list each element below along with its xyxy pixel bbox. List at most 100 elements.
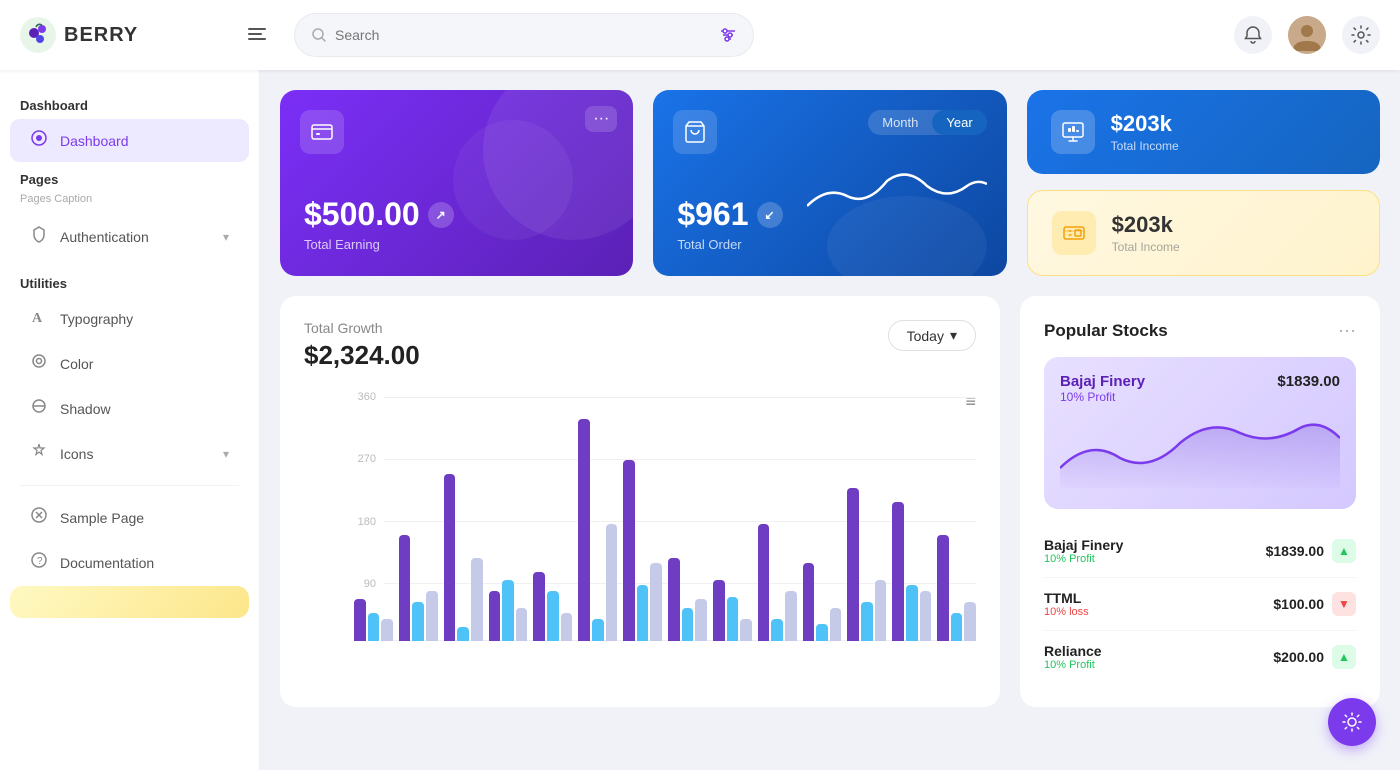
stock-list-item[interactable]: Bajaj Finery10% Profit$1839.00▲ [1044, 525, 1356, 578]
shadow-icon [30, 397, 48, 420]
stocks-card: Popular Stocks ··· Bajaj Finery 10% Prof… [1020, 296, 1380, 707]
bar-blue [547, 591, 559, 641]
auth-label: Authentication [60, 229, 149, 245]
settings-button[interactable] [1342, 16, 1380, 54]
bar-group [758, 391, 797, 641]
today-button[interactable]: Today ▾ [888, 320, 976, 351]
stock-price: $200.00 [1273, 649, 1324, 665]
year-btn[interactable]: Year [932, 110, 986, 135]
bar-purple [847, 488, 859, 641]
bar-light [606, 524, 618, 641]
stock-price: $1839.00 [1266, 543, 1324, 559]
fab-button[interactable] [1328, 698, 1376, 746]
search-input[interactable] [335, 27, 711, 43]
bar-purple [892, 502, 904, 641]
search-bar [294, 13, 754, 57]
sidebar: Dashboard Dashboard Pages Pages Caption … [0, 70, 260, 770]
stock-list: Bajaj Finery10% Profit $1839.00 ▲ TTML10% l… [1044, 525, 1356, 683]
stock-list-item[interactable]: Reliance10% Profit$200.00▲ [1044, 631, 1356, 683]
bar-purple [758, 524, 770, 641]
chart-title: Total Growth [304, 320, 420, 336]
dashboard-icon [30, 129, 48, 152]
bars-container [354, 391, 976, 641]
notification-button[interactable] [1234, 16, 1272, 54]
bar-light [740, 619, 752, 641]
earning-label: Total Earning [304, 237, 609, 252]
bar-light [381, 619, 393, 641]
card-income-blue: $203k Total Income [1027, 90, 1380, 174]
chart-card: Total Growth $2,324.00 Today ▾ ≡ [280, 296, 1000, 707]
bar-purple [803, 563, 815, 641]
bar-purple [668, 558, 680, 641]
bar-light [830, 608, 842, 641]
bar-group [489, 391, 528, 641]
sample-page-label: Sample Page [60, 510, 144, 526]
bar-group [713, 391, 752, 641]
logo-icon [20, 17, 56, 53]
bar-group [937, 391, 976, 641]
stocks-title: Popular Stocks [1044, 321, 1168, 341]
income-blue-info: $203k Total Income [1111, 111, 1179, 153]
menu-button[interactable] [240, 17, 274, 54]
bar-blue [951, 613, 963, 641]
earning-menu-button[interactable]: ··· [585, 106, 617, 132]
featured-stock-name: Bajaj Finery [1060, 373, 1145, 390]
sidebar-item-color[interactable]: Color [10, 342, 249, 385]
bar-purple [937, 535, 949, 641]
bar-group [847, 391, 886, 641]
featured-stock-header: Bajaj Finery 10% Profit $1839.00 [1060, 373, 1340, 404]
trending-up-icon: ▲ [1332, 645, 1356, 669]
order-card-icon [673, 110, 717, 154]
sidebar-item-authentication[interactable]: Authentication ▾ [10, 215, 249, 258]
bar-blue [816, 624, 828, 641]
chevron-down-icon: ▾ [950, 327, 957, 344]
bar-purple [623, 460, 635, 641]
icons-icon [30, 442, 48, 465]
sidebar-item-documentation[interactable]: ? Documentation [10, 541, 249, 584]
svg-text:?: ? [37, 556, 43, 567]
sidebar-item-typography[interactable]: A Typography [10, 297, 249, 340]
docs-icon: ? [30, 551, 48, 574]
dashboard-label: Dashboard [60, 133, 129, 149]
bar-blue [592, 619, 604, 641]
card-income-yellow: $203k Total Income [1027, 190, 1380, 276]
bar-light [785, 591, 797, 641]
stock-name: Bajaj Finery [1044, 537, 1123, 553]
typography-label: Typography [60, 311, 133, 327]
month-btn[interactable]: Month [868, 110, 932, 135]
shadow-label: Shadow [60, 401, 111, 417]
bar-blue [727, 597, 739, 641]
bar-blue [412, 602, 424, 641]
stock-price: $100.00 [1273, 596, 1324, 612]
icons-label: Icons [60, 446, 93, 462]
sidebar-item-sample-page[interactable]: Sample Page [10, 496, 249, 539]
bar-purple [713, 580, 725, 641]
featured-stock-info: Bajaj Finery 10% Profit [1060, 373, 1145, 404]
earning-badge: ↗ [428, 202, 454, 228]
bar-purple [578, 419, 590, 641]
bar-light [695, 599, 707, 641]
color-label: Color [60, 356, 93, 372]
featured-stock-profit: 10% Profit [1060, 390, 1145, 404]
sidebar-item-dashboard[interactable]: Dashboard [10, 119, 249, 162]
bar-light [471, 558, 483, 641]
featured-stock: Bajaj Finery 10% Profit $1839.00 [1044, 357, 1356, 509]
sidebar-item-shadow[interactable]: Shadow [10, 387, 249, 430]
bar-purple [399, 535, 411, 641]
sidebar-section-dashboard: Dashboard [0, 90, 259, 117]
stock-change: 10% Profit [1044, 553, 1123, 565]
bar-purple [444, 474, 456, 641]
avatar[interactable] [1288, 16, 1326, 54]
sidebar-item-icons[interactable]: Icons ▾ [10, 432, 249, 475]
chart-info: Total Growth $2,324.00 [304, 320, 420, 371]
income-yellow-info: $203k Total Income [1112, 212, 1180, 254]
featured-stock-price: $1839.00 [1277, 373, 1340, 390]
bar-group [533, 391, 572, 641]
filter-icon[interactable] [719, 26, 737, 44]
income-blue-amount: $203k [1111, 111, 1179, 137]
period-label: Today [907, 328, 944, 344]
chart-amount: $2,324.00 [304, 340, 420, 371]
stocks-menu-button[interactable]: ··· [1338, 320, 1356, 341]
stock-list-item[interactable]: TTML10% loss$100.00▼ [1044, 578, 1356, 631]
featured-stock-chart [1060, 408, 1340, 488]
